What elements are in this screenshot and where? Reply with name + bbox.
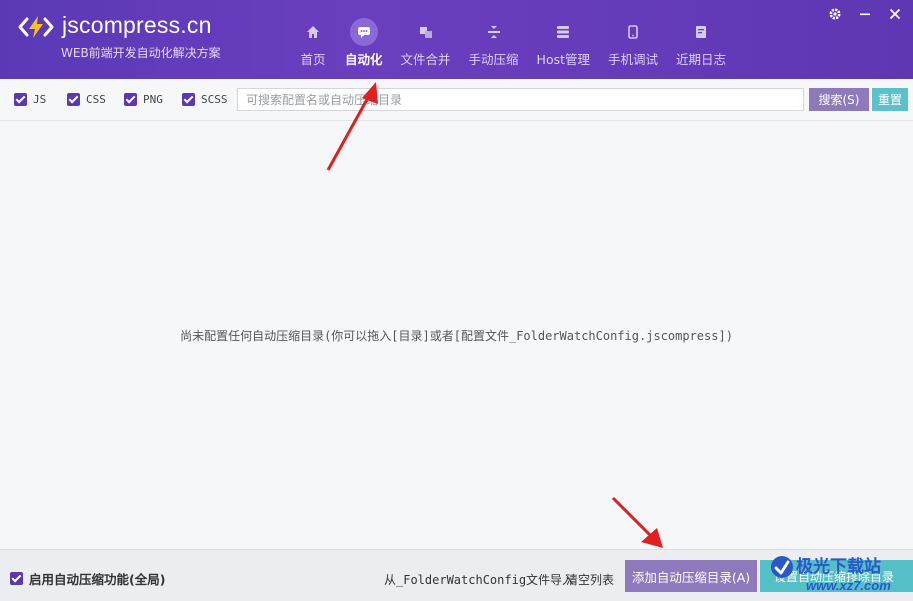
- filter-js-checkbox[interactable]: JS: [14, 93, 46, 106]
- close-icon[interactable]: [887, 6, 903, 22]
- filter-scss-checkbox[interactable]: SCSS: [182, 93, 228, 106]
- app-tagline: WEB前端开发自动化解决方案: [61, 46, 221, 60]
- checkbox-checked-icon: [182, 93, 195, 106]
- nav-label: 自动化: [345, 52, 383, 67]
- nav-item-host-manage[interactable]: Host管理: [528, 0, 599, 79]
- search-button[interactable]: 搜索(S): [809, 88, 869, 111]
- nav-label: 近期日志: [676, 52, 727, 67]
- merge-icon: [412, 18, 440, 46]
- nav-label: 文件合并: [400, 52, 451, 67]
- checkbox-checked-icon: [10, 572, 23, 585]
- search-input[interactable]: [237, 88, 804, 111]
- nav-label: 手动压缩: [468, 52, 519, 67]
- nav-label: 首页: [300, 52, 326, 67]
- chat-icon: [349, 18, 378, 46]
- filter-label: JS: [33, 93, 47, 106]
- nav-item-home[interactable]: 首页: [290, 0, 336, 79]
- checkbox-checked-icon: [67, 93, 80, 106]
- enable-auto-compress-checkbox[interactable]: 启用自动压缩功能(全局): [10, 569, 165, 588]
- window-controls: [827, 6, 903, 22]
- set-exclude-folder-button[interactable]: 设置自动压缩排除目录: [760, 560, 913, 592]
- nav-label: Host管理: [536, 52, 591, 67]
- main-nav: 首页 自动化 文件合并 手动压缩 Host管理 手机调试 近期日志: [290, 0, 735, 79]
- minimize-icon[interactable]: [857, 6, 873, 22]
- annotation-arrow-icon: [611, 496, 663, 548]
- nav-item-phone-debug[interactable]: 手机调试: [599, 0, 667, 79]
- filter-toolbar: JS CSS PNG SCSS 搜索(S) 重置: [0, 79, 913, 121]
- nav-label: 手机调试: [608, 52, 659, 67]
- gear-icon[interactable]: [827, 6, 843, 22]
- add-watch-folder-button[interactable]: 添加自动压缩目录(A): [625, 560, 757, 592]
- log-icon: [687, 18, 715, 46]
- logo-icon: [18, 16, 54, 38]
- nav-item-recent-logs[interactable]: 近期日志: [667, 0, 735, 79]
- import-config-link[interactable]: 从_FolderWatchConfig文件导入: [384, 571, 574, 588]
- nav-item-manual-compress[interactable]: 手动压缩: [460, 0, 528, 79]
- phone-icon: [619, 18, 647, 46]
- filter-css-checkbox[interactable]: CSS: [67, 93, 106, 106]
- checkbox-checked-icon: [14, 93, 27, 106]
- home-icon: [299, 18, 327, 46]
- filter-label: CSS: [86, 93, 106, 106]
- filter-label: PNG: [143, 93, 163, 106]
- checkbox-checked-icon: [124, 93, 137, 106]
- reset-button[interactable]: 重置: [872, 88, 908, 111]
- bottom-bar: 启用自动压缩功能(全局) 从_FolderWatchConfig文件导入 清空列…: [0, 549, 913, 601]
- empty-state-message: 尚未配置任何自动压缩目录(你可以拖入[目录]或者[配置文件_FolderWatc…: [180, 329, 733, 343]
- title-bar: jscompress.cn WEB前端开发自动化解决方案 首页 自动化 文件合并…: [0, 0, 913, 79]
- enable-label: 启用自动压缩功能(全局): [29, 572, 166, 587]
- compress-icon: [480, 18, 508, 46]
- filter-label: SCSS: [201, 93, 228, 106]
- filter-png-checkbox[interactable]: PNG: [124, 93, 163, 106]
- nav-item-automation[interactable]: 自动化: [336, 0, 392, 79]
- nav-item-file-merge[interactable]: 文件合并: [392, 0, 460, 79]
- clear-list-link[interactable]: 清空列表: [566, 571, 614, 588]
- app-brand: jscompress.cn: [62, 12, 212, 38]
- server-icon: [549, 18, 577, 46]
